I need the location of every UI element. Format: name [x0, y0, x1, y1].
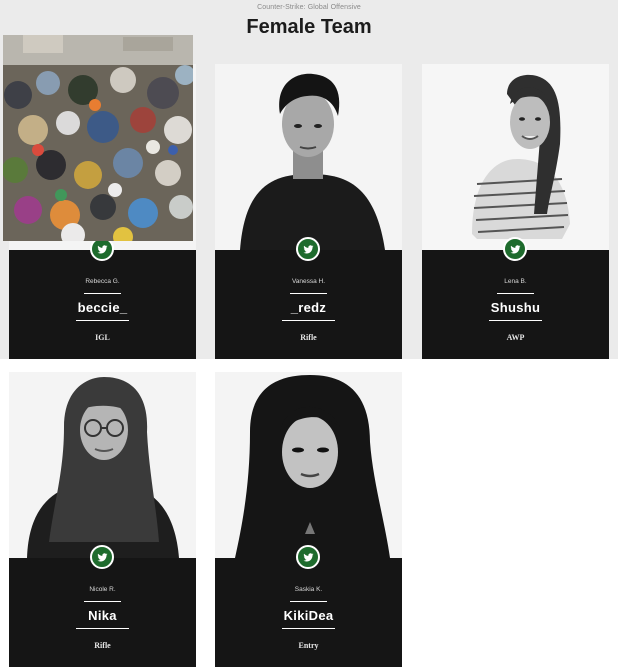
twitter-icon — [510, 245, 521, 254]
twitter-link-button[interactable] — [296, 545, 320, 569]
player-real-name: Lena B. — [504, 278, 527, 285]
divider — [497, 293, 534, 294]
player-nickname: KikiDea — [283, 608, 334, 623]
game-subtitle: Counter-Strike: Global Offensive — [257, 4, 361, 11]
player-nickname: Nika — [88, 608, 117, 623]
twitter-link-button[interactable] — [296, 237, 320, 261]
divider — [290, 293, 327, 294]
player-real-name: Saskia K. — [294, 586, 323, 593]
twitter-icon — [303, 553, 314, 562]
divider — [76, 628, 129, 629]
player-nickname: beccie_ — [77, 300, 128, 315]
player-role: Entry — [298, 641, 319, 650]
player-real-name: Rebecca G. — [85, 278, 120, 285]
divider — [84, 601, 121, 602]
trash-pile-photo — [3, 35, 193, 241]
player-role: IGL — [95, 333, 110, 342]
player-info-panel: Rebecca G. beccie_ IGL — [9, 237, 196, 359]
player-photo — [422, 64, 609, 250]
player-nickname: _redz — [290, 300, 327, 315]
player-info-panel: Nicole R. Nika Rifle — [9, 545, 196, 667]
player-nickname: Shushu — [490, 300, 541, 315]
player-info-panel: Saskia K. KikiDea Entry — [215, 545, 402, 667]
divider — [76, 320, 129, 321]
player-photo — [9, 372, 196, 558]
player-real-name: Vanessa H. — [291, 278, 326, 285]
twitter-link-button[interactable] — [90, 545, 114, 569]
twitter-link-button[interactable] — [503, 237, 527, 261]
twitter-icon — [303, 245, 314, 254]
player-real-name: Nicole R. — [89, 586, 116, 593]
divider — [489, 320, 542, 321]
divider — [84, 293, 121, 294]
twitter-icon — [97, 245, 108, 254]
player-photo — [215, 372, 402, 558]
divider — [290, 601, 327, 602]
player-card: Nicole R. Nika Rifle — [9, 372, 196, 667]
player-role: Rifle — [94, 641, 111, 650]
player-role: Rifle — [300, 333, 317, 342]
player-info-panel: Lena B. Shushu AWP — [422, 237, 609, 359]
player-info-panel: Vanessa H. _redz Rifle — [215, 237, 402, 359]
twitter-icon — [97, 553, 108, 562]
player-role: AWP — [506, 333, 525, 342]
divider — [282, 628, 335, 629]
divider — [282, 320, 335, 321]
player-card: Lena B. Shushu AWP — [422, 64, 609, 359]
player-card: Saskia K. KikiDea Entry — [215, 372, 402, 667]
player-card: Vanessa H. _redz Rifle — [215, 64, 402, 359]
player-photo — [215, 64, 402, 250]
